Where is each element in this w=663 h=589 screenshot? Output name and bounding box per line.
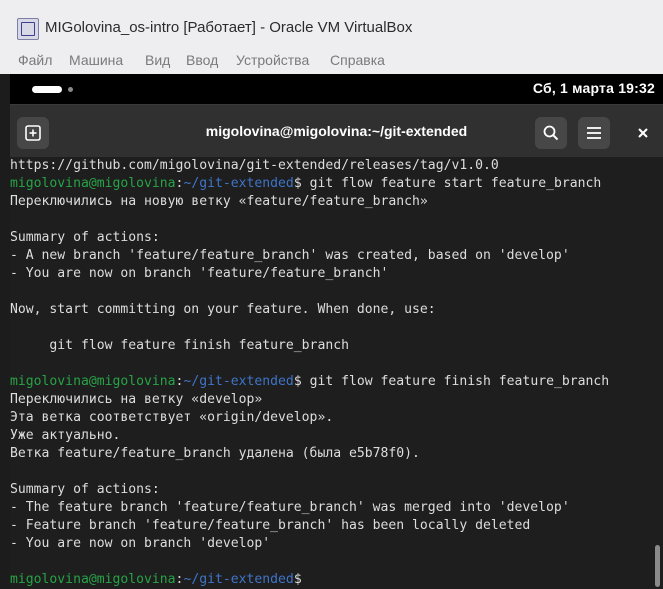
workspace-dot-icon [68, 87, 73, 92]
prompt-line: migolovina@migolovina:~/git-extended$ gi… [10, 373, 609, 391]
output-line: Переключились на ветку «develop» [10, 392, 263, 407]
virtualbox-logo-icon [17, 18, 39, 40]
prompt-line: migolovina@migolovina:~/git-extended$ gi… [10, 175, 601, 193]
command-text: git flow feature start feature_branch [301, 176, 602, 191]
search-icon [543, 125, 559, 141]
output-line: Переключились на новую ветку «feature/fe… [10, 194, 428, 209]
menu-button[interactable] [578, 117, 610, 149]
terminal-output[interactable]: https://github.com/migolovina/git-extend… [10, 157, 663, 589]
output-line: - The feature branch 'feature/feature_br… [10, 500, 570, 515]
prompt-path: ~/git-extended [183, 572, 294, 587]
output-line: git flow feature finish feature_branch [10, 338, 349, 353]
close-icon [638, 128, 648, 138]
prompt-dollar: $ [293, 374, 302, 389]
prompt-user: migolovina@migolovina [10, 572, 176, 587]
output-line: - Feature branch 'feature/feature_branch… [10, 518, 531, 533]
clock[interactable]: Сб, 1 марта 19:32 [533, 80, 655, 96]
menu-input[interactable]: Ввод [186, 52, 218, 68]
output-line: Summary of actions: [10, 230, 160, 245]
terminal-header: migolovina@migolovina:~/git-extended [10, 105, 663, 157]
search-button[interactable] [535, 117, 567, 149]
output-line: Now, start committing on your feature. W… [10, 302, 436, 317]
prompt-path: ~/git-extended [183, 176, 294, 191]
output-line: Summary of actions: [10, 482, 160, 497]
output-line: Ветка feature/feature_branch удалена (бы… [10, 446, 420, 461]
vbox-menubar: Файл Машина Вид Ввод Устройства Справка [0, 44, 663, 74]
output-line: Уже актуально. [10, 428, 121, 443]
gnome-topbar: Сб, 1 марта 19:32 [10, 74, 663, 104]
menu-view[interactable]: Вид [145, 52, 170, 68]
prompt-user: migolovina@migolovina [10, 176, 176, 191]
output-line: - You are now on branch 'develop' [10, 536, 271, 551]
hamburger-icon [587, 127, 601, 139]
command-text: git flow feature finish feature_branch [301, 374, 610, 389]
output-line: - You are now on branch 'feature/feature… [10, 266, 389, 281]
menu-file[interactable]: Файл [18, 52, 52, 68]
menu-help[interactable]: Справка [330, 52, 385, 68]
activities-indicator[interactable] [32, 86, 62, 93]
prompt-dollar: $ [293, 572, 302, 587]
terminal-scrollbar[interactable] [655, 545, 660, 587]
output-line: https://github.com/migolovina/git-extend… [10, 158, 499, 173]
output-line: - A new branch 'feature/feature_branch' … [10, 248, 570, 263]
prompt-path: ~/git-extended [183, 374, 294, 389]
window-title: MIGolovina_os-intro [Работает] - Oracle … [45, 19, 413, 36]
vbox-titlebar: MIGolovina_os-intro [Работает] - Oracle … [0, 0, 663, 44]
menu-machine[interactable]: Машина [69, 52, 123, 68]
terminal-window: migolovina@migolovina:~/git-extended htt… [10, 104, 663, 589]
close-button[interactable] [627, 117, 659, 149]
prompt-line: migolovina@migolovina:~/git-extended$ [10, 571, 302, 589]
output-line: Эта ветка соответствует «origin/develop»… [10, 410, 334, 425]
menu-devices[interactable]: Устройства [236, 52, 309, 68]
prompt-dollar: $ [293, 176, 302, 191]
prompt-user: migolovina@migolovina [10, 374, 176, 389]
